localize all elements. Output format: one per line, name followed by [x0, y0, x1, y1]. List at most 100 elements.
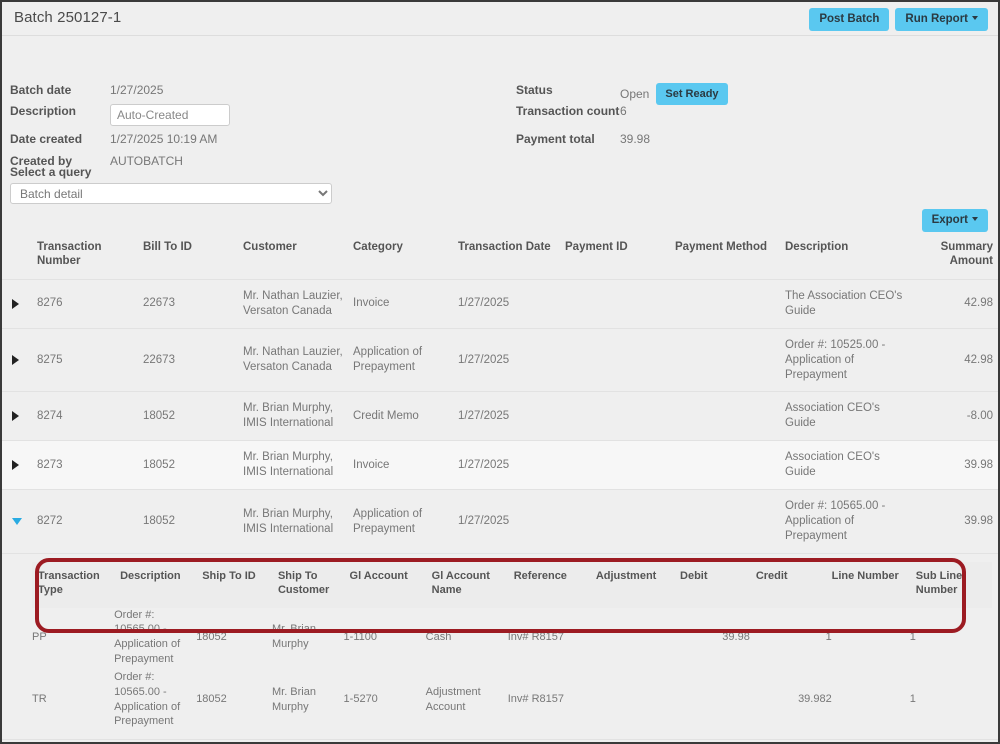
run-report-button[interactable]: Run Report [895, 8, 988, 31]
grid-expand-header [2, 234, 32, 279]
cell-summary-amount: 42.98 [910, 327, 998, 392]
cell-bill-to-id[interactable]: 18052 [138, 391, 238, 441]
col-customer[interactable]: Customer [238, 234, 348, 279]
col-payment-method[interactable]: Payment Method [670, 234, 780, 279]
grid-header-row: Transaction Number Bill To ID Customer C… [2, 234, 998, 279]
export-label: Export [931, 214, 968, 226]
subcell-adjustment [589, 607, 675, 669]
cell-summary-amount: -8.00 [910, 391, 998, 441]
table-row[interactable]: 8273 18052 Mr. Brian Murphy, IMIS Intern… [2, 440, 998, 490]
col-payment-id[interactable]: Payment ID [560, 234, 670, 279]
cell-payment-id [560, 489, 670, 554]
cell-bill-to-id[interactable]: 18052 [138, 489, 238, 554]
cell-payment-id[interactable]: 1773 [560, 739, 670, 742]
table-row[interactable]: 8271 18052 Mr. Brian Murphy, IMIS Intern… [2, 739, 998, 742]
col-transaction-date[interactable]: Transaction Date [453, 234, 560, 279]
cell-bill-to-id[interactable]: 22673 [138, 327, 238, 392]
select-query-label: Select a query [10, 165, 92, 179]
cell-transaction-number: 8271 [32, 739, 138, 742]
col-bill-to-id[interactable]: Bill To ID [138, 234, 238, 279]
subcell-ship-to-customer: Mr. Brian Murphy [271, 607, 344, 669]
cell-payment-method: CASH [670, 739, 780, 742]
cell-category: Application of Prepayment [348, 489, 453, 554]
subcol-credit[interactable]: Credit [749, 562, 826, 608]
cell-bill-to-id[interactable]: 22673 [138, 278, 238, 329]
table-row-expanded[interactable]: 8272 18052 Mr. Brian Murphy, IMIS Intern… [2, 489, 998, 554]
subcol-ship-to-customer[interactable]: Ship To Customer [271, 562, 344, 608]
query-select[interactable]: Batch detail [10, 183, 332, 204]
table-row[interactable]: 8276 22673 Mr. Nathan Lauzier, Versaton … [2, 278, 998, 329]
payment-total-value: 39.98 [620, 132, 651, 146]
col-description[interactable]: Description [780, 234, 910, 279]
header-actions: Post Batch Run Report [809, 8, 988, 31]
cell-bill-to-id[interactable]: 18052 [138, 440, 238, 490]
batch-date-value: 1/27/2025 [110, 83, 164, 97]
col-transaction-number[interactable]: Transaction Number [32, 234, 138, 279]
cell-transaction-date: 1/27/2025 [453, 327, 560, 392]
subcell-ship-to-id[interactable]: 18052 [196, 666, 272, 730]
post-batch-button[interactable]: Post Batch [809, 8, 890, 31]
subcol-adjustment[interactable]: Adjustment [589, 562, 675, 608]
chevron-down-icon[interactable] [12, 518, 22, 526]
subgrid-row-highlighted[interactable]: PP Order #: 10565.00 - Application of Pr… [32, 607, 992, 669]
col-category[interactable]: Category [348, 234, 453, 279]
subcol-gl-account[interactable]: Gl Account [343, 562, 426, 608]
subcell-transaction-type: PP [32, 607, 115, 669]
expand-cell[interactable] [2, 440, 32, 490]
subcol-transaction-type[interactable]: Transaction Type [32, 562, 115, 608]
expand-cell[interactable] [2, 739, 32, 742]
cell-customer: Mr. Brian Murphy, IMIS International [238, 739, 348, 742]
description-input[interactable] [110, 104, 230, 126]
table-row[interactable]: 8274 18052 Mr. Brian Murphy, IMIS Intern… [2, 391, 998, 441]
cell-category: Application of Prepayment [348, 327, 453, 392]
cell-category: Credit Memo [348, 391, 453, 441]
subcol-description[interactable]: Description [114, 562, 197, 608]
expand-cell[interactable] [2, 327, 32, 392]
subcell-ship-to-id[interactable]: 18052 [196, 607, 272, 669]
subcell-description: Order #: 10565.00 - Application of Prepa… [114, 666, 197, 730]
export-button[interactable]: Export [921, 209, 988, 232]
cell-transaction-date: 1/27/2025 [453, 391, 560, 441]
cell-bill-to-id[interactable]: 18052 [138, 739, 238, 742]
chevron-right-icon[interactable] [12, 411, 19, 422]
subcell-debit: 39.98 [674, 607, 750, 669]
collapse-cell[interactable] [2, 489, 32, 554]
run-report-label: Run Report [905, 13, 968, 25]
col-summary-amount[interactable]: Summary Amount [910, 234, 998, 279]
subcell-gl-account-name: Cash [425, 607, 508, 669]
subcol-ship-to-id[interactable]: Ship To ID [196, 562, 272, 608]
subcol-gl-account-name[interactable]: Gl Account Name [425, 562, 508, 608]
cell-payment-id [560, 391, 670, 441]
subgrid-row[interactable]: TR Order #: 10565.00 - Application of Pr… [32, 666, 992, 730]
subcol-reference[interactable]: Reference [507, 562, 590, 608]
cell-description: Order #: 10565.00 - Application of Prepa… [780, 489, 910, 554]
grid-body: 8276 22673 Mr. Nathan Lauzier, Versaton … [2, 278, 998, 742]
subcell-gl-account: 1-1100 [343, 607, 426, 669]
subcell-reference: Inv# R8157 [507, 666, 590, 730]
chevron-right-icon[interactable] [12, 355, 19, 366]
subcell-transaction-type: TR [32, 666, 115, 730]
transaction-lines-grid: Transaction Type Description Ship To ID … [32, 562, 992, 730]
chevron-right-icon[interactable] [12, 298, 19, 309]
chevron-right-icon[interactable] [12, 460, 19, 471]
description-label: Description [10, 104, 77, 118]
subcell-description: Order #: 10565.00 - Application of Prepa… [114, 607, 197, 669]
cell-description: Association CEO's Guide [780, 440, 910, 490]
subcell-ship-to-customer: Mr. Brian Murphy [271, 666, 344, 730]
expand-cell[interactable] [2, 278, 32, 329]
expand-cell[interactable] [2, 391, 32, 441]
subcol-line-number[interactable]: Line Number [825, 562, 910, 608]
cell-payment-method [670, 327, 780, 392]
subcol-debit[interactable]: Debit [674, 562, 750, 608]
table-row[interactable]: 8275 22673 Mr. Nathan Lauzier, Versaton … [2, 327, 998, 392]
subcell-reference: Inv# R8157 [507, 607, 590, 669]
cell-description: Association CEO's Guide [780, 391, 910, 441]
date-created-value: 1/27/2025 10:19 AM [110, 132, 218, 146]
cell-transaction-number: 8272 [32, 489, 138, 554]
cell-payment-method [670, 489, 780, 554]
subcell-gl-account: 1-5270 [343, 666, 426, 730]
set-ready-button[interactable]: Set Ready [656, 83, 728, 105]
subcol-sub-line-number[interactable]: Sub Line Number [909, 562, 992, 608]
status-line: Open Set Ready [620, 83, 728, 105]
cell-transaction-date: 1/27/2025 [453, 440, 560, 490]
